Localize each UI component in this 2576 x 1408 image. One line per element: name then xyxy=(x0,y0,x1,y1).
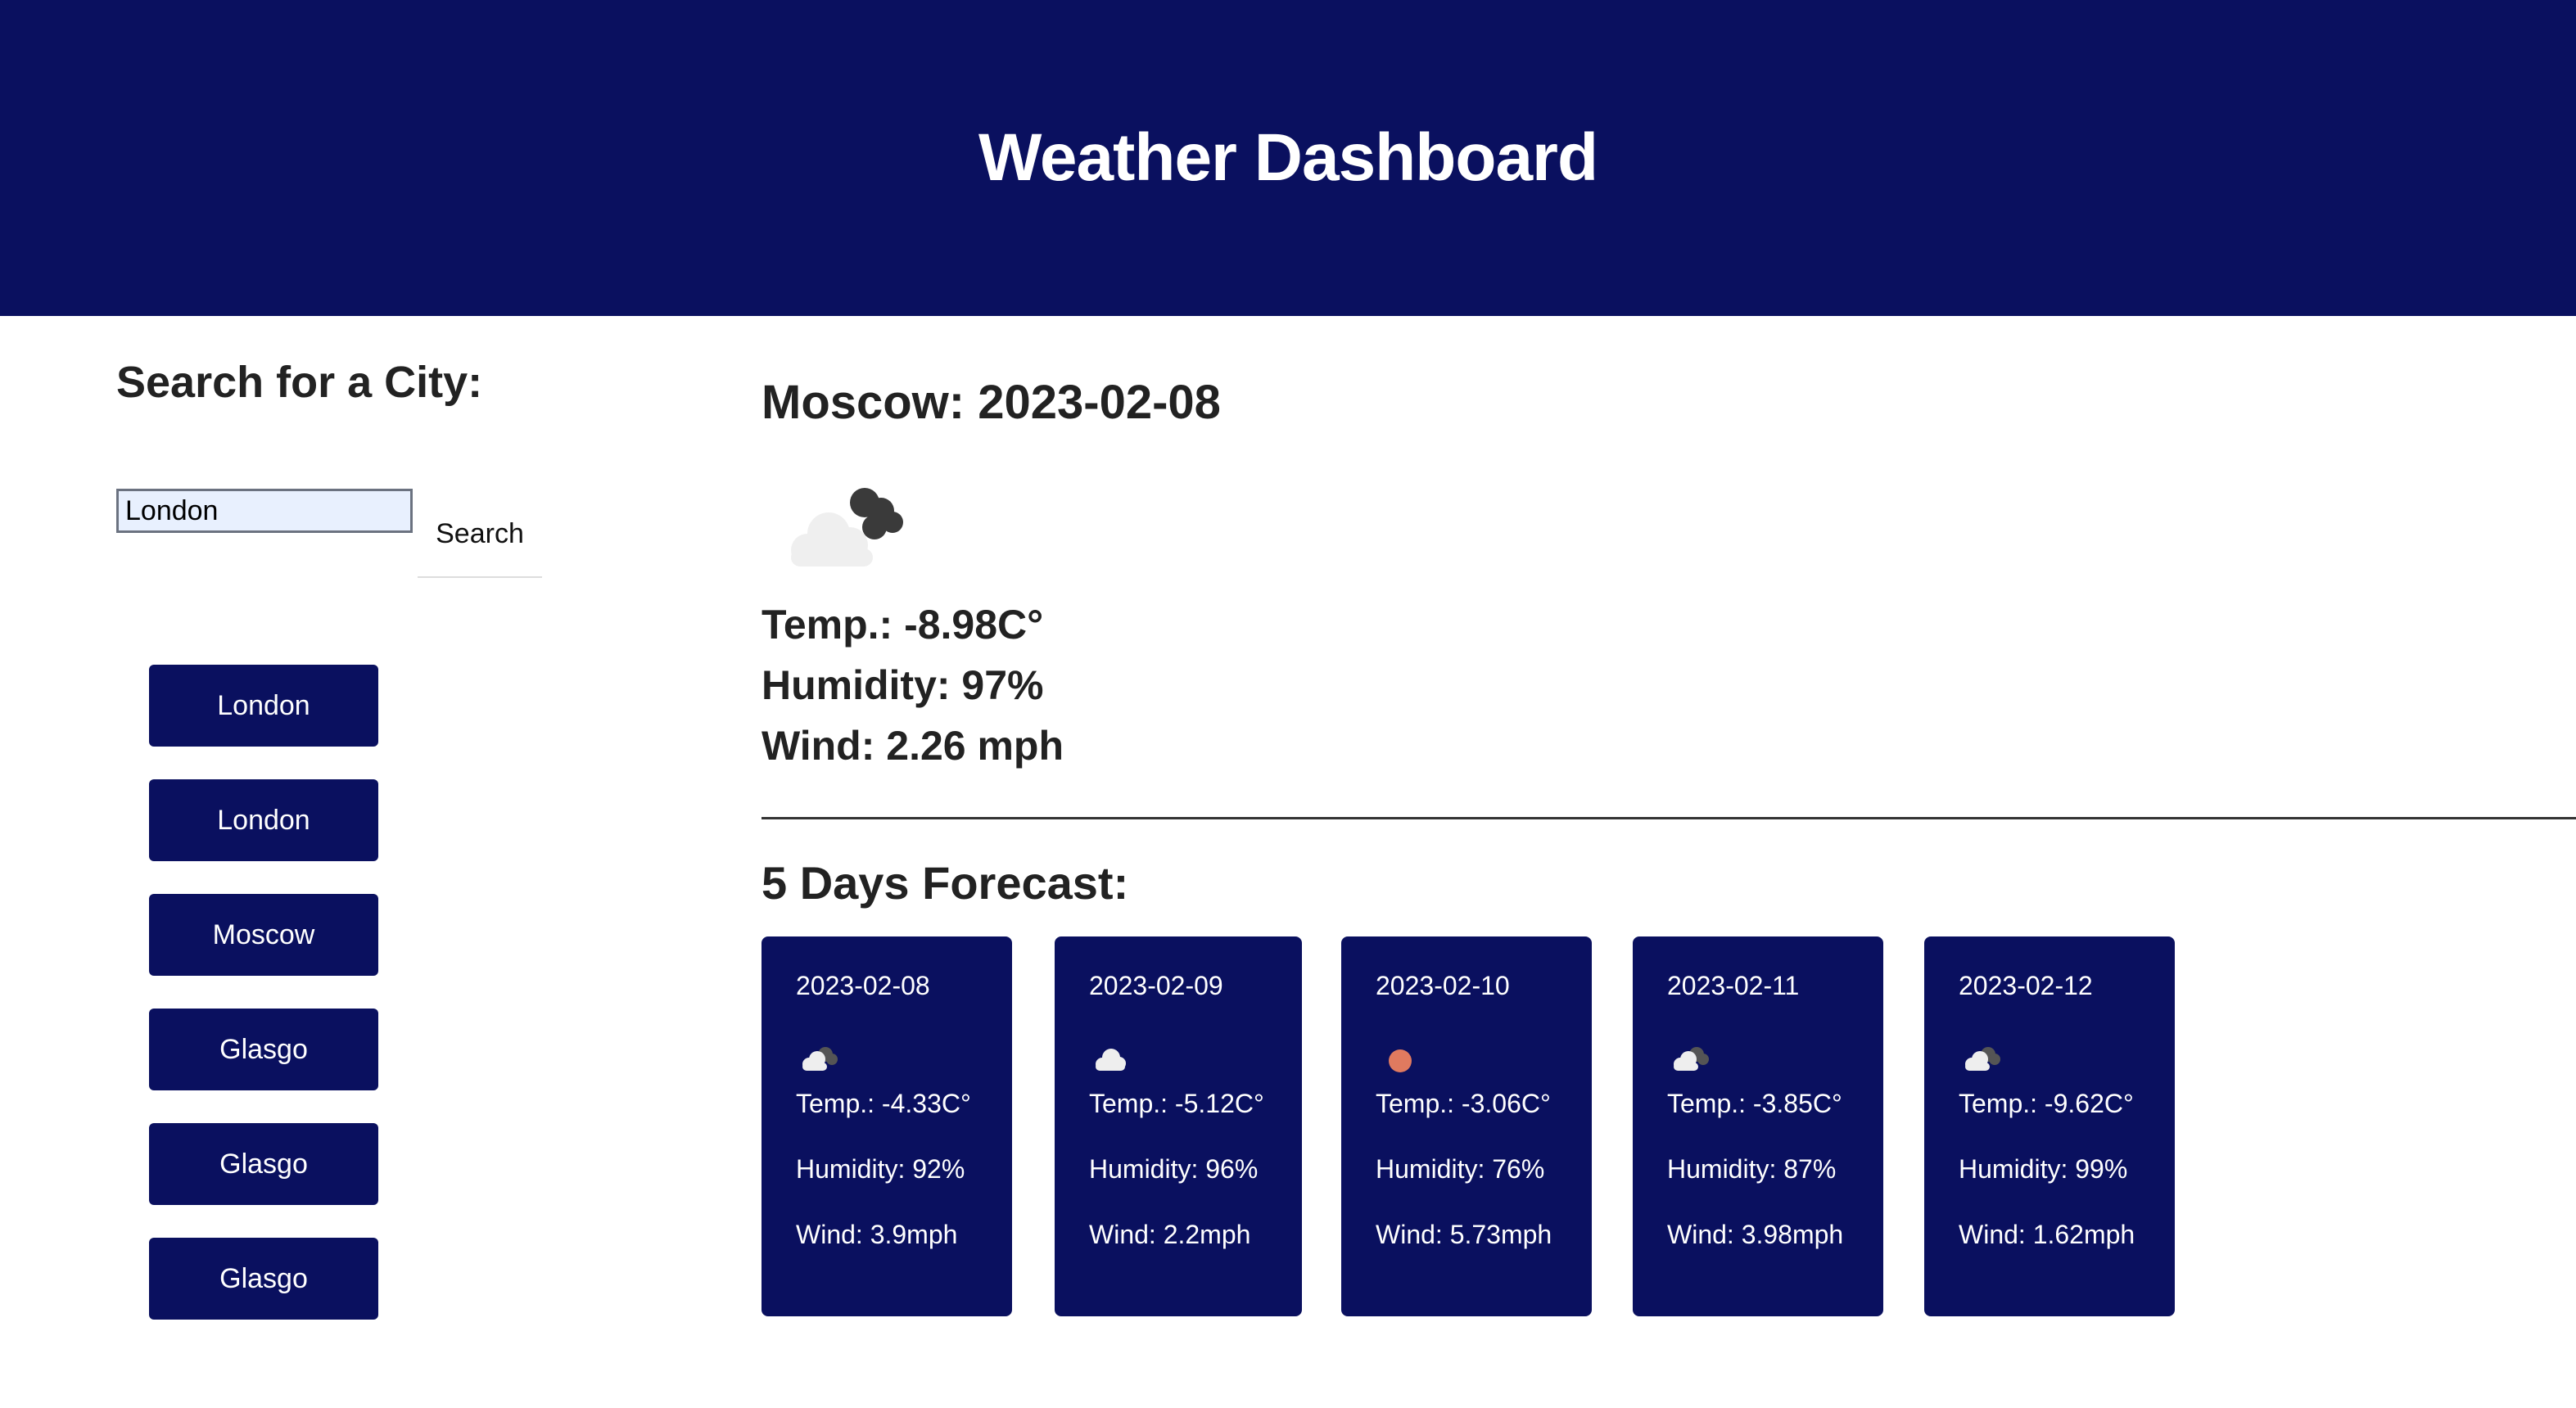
page-header: Weather Dashboard xyxy=(0,0,2576,316)
current-weather-stats: Temp.: -8.98C° Humidity: 97% Wind: 2.26 … xyxy=(762,602,1064,784)
forecast-date: 2023-02-12 xyxy=(1959,971,2093,1000)
cloud-icon xyxy=(1096,1049,1126,1071)
search-history-list: London London Moscow Glasgo Glasgo Glasg… xyxy=(149,665,378,1352)
forecast-temp: Temp.: -3.85C° xyxy=(1667,1089,1842,1118)
forecast-humidity: Humidity: 92% xyxy=(796,1154,965,1184)
forecast-wind: Wind: 3.9mph xyxy=(796,1220,958,1249)
history-city-button[interactable]: Glasgo xyxy=(149,1009,378,1090)
forecast-date: 2023-02-09 xyxy=(1089,971,1223,1000)
forecast-card: 2023-02-10 Temp.: -3.06C° Humidity: 76% … xyxy=(1341,936,1592,1316)
forecast-humidity: Humidity: 96% xyxy=(1089,1154,1259,1184)
forecast-card: 2023-02-09 Temp.: -5.12C° Humidity: 96% … xyxy=(1055,936,1302,1316)
forecast-card: 2023-02-08 Temp.: -4.33C° Humidity: 92% … xyxy=(762,936,1012,1316)
forecast-heading: 5 Days Forecast: xyxy=(762,857,1129,909)
current-humidity: Humidity: 97% xyxy=(762,662,1044,708)
partly-cloudy-icon xyxy=(1965,1047,2000,1071)
broken-clouds-icon xyxy=(791,488,903,566)
current-city-title: Moscow: 2023-02-08 xyxy=(762,376,1221,429)
forecast-temp: Temp.: -5.12C° xyxy=(1089,1089,1264,1118)
page-title: Weather Dashboard xyxy=(978,120,1598,195)
section-divider xyxy=(762,817,2576,819)
forecast-date: 2023-02-10 xyxy=(1376,971,1510,1000)
forecast-wind: Wind: 2.2mph xyxy=(1089,1220,1251,1249)
forecast-humidity: Humidity: 87% xyxy=(1667,1154,1837,1184)
forecast-wind: Wind: 3.98mph xyxy=(1667,1220,1844,1249)
forecast-temp: Temp.: -9.62C° xyxy=(1959,1089,2134,1118)
partly-cloudy-icon xyxy=(1674,1047,1709,1071)
forecast-humidity: Humidity: 99% xyxy=(1959,1154,2128,1184)
forecast-date: 2023-02-11 xyxy=(1667,971,1800,1000)
forecast-wind: Wind: 5.73mph xyxy=(1376,1220,1552,1249)
forecast-temp: Temp.: -4.33C° xyxy=(796,1089,971,1118)
city-search-input[interactable] xyxy=(116,489,413,533)
current-temp: Temp.: -8.98C° xyxy=(762,602,1044,648)
forecast-date: 2023-02-08 xyxy=(796,971,930,1000)
forecast-card: 2023-02-11 Temp.: -3.85C° Humidity: 87% … xyxy=(1633,936,1883,1316)
search-heading: Search for a City: xyxy=(116,358,483,407)
forecast-wind: Wind: 1.62mph xyxy=(1959,1220,2135,1249)
history-city-button[interactable]: Glasgo xyxy=(149,1238,378,1320)
history-city-button[interactable]: Moscow xyxy=(149,894,378,976)
history-city-button[interactable]: London xyxy=(149,665,378,747)
history-city-button[interactable]: London xyxy=(149,779,378,861)
forecast-temp: Temp.: -3.06C° xyxy=(1376,1089,1551,1118)
search-button[interactable]: Search xyxy=(418,491,542,578)
history-city-button[interactable]: Glasgo xyxy=(149,1123,378,1205)
current-wind: Wind: 2.26 mph xyxy=(762,723,1064,769)
forecast-humidity: Humidity: 76% xyxy=(1376,1154,1545,1184)
sun-icon xyxy=(1389,1049,1412,1072)
partly-cloudy-icon xyxy=(802,1047,838,1071)
forecast-card: 2023-02-12 Temp.: -9.62C° Humidity: 99% … xyxy=(1924,936,2175,1316)
